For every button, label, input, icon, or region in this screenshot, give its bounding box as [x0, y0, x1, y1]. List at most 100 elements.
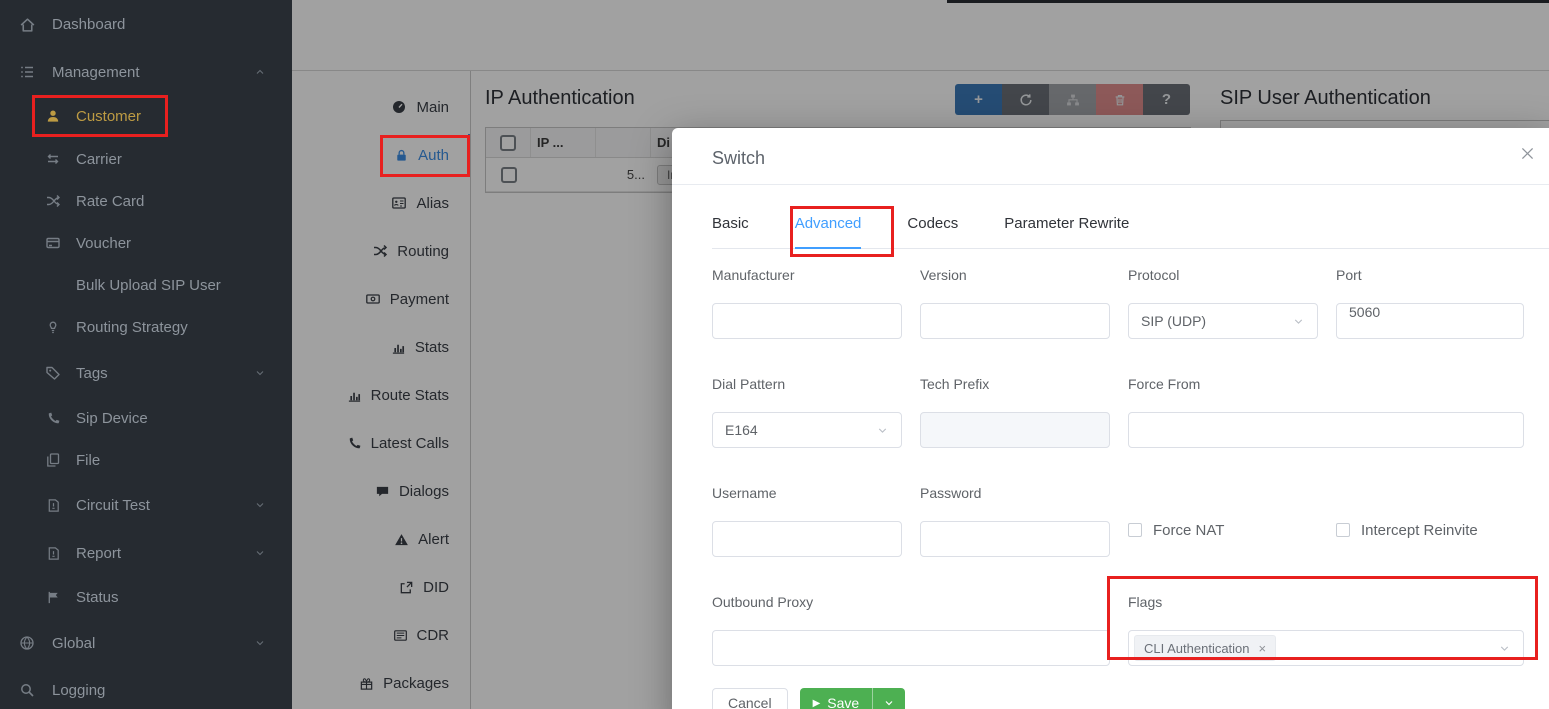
sidebar-item-label: Global: [52, 635, 95, 652]
tab-codecs[interactable]: Codecs: [907, 215, 958, 248]
tag-icon: [44, 365, 62, 381]
protocol-value: SIP (UDP): [1141, 313, 1206, 329]
switch-modal: Switch Basic Advanced Codecs Parameter R…: [672, 128, 1549, 709]
manufacturer-label: Manufacturer: [712, 267, 902, 283]
sidebar-item-label: Circuit Test: [76, 497, 150, 514]
tab-advanced[interactable]: Advanced: [795, 215, 862, 249]
sidebar-item-label: Carrier: [76, 151, 122, 168]
app-window: Dashboard Management Customer Carrier Ra…: [0, 0, 1549, 709]
globe-icon: [18, 635, 36, 651]
sidebar-item-label: Logging: [52, 682, 105, 699]
flags-select[interactable]: CLI Authentication ×: [1128, 630, 1524, 666]
intercept-reinvite-label: Intercept Reinvite: [1361, 522, 1478, 539]
file-icon: [44, 546, 62, 561]
protocol-label: Protocol: [1128, 267, 1318, 283]
cancel-button[interactable]: Cancel: [712, 688, 788, 709]
chevron-down-icon: [1292, 315, 1305, 328]
chevron-up-icon: [254, 66, 266, 78]
sidebar-item-bulk-upload-sip-user[interactable]: Bulk Upload SIP User: [0, 264, 292, 306]
outbound-proxy-field[interactable]: [712, 630, 1110, 666]
sidebar-item-label: Routing Strategy: [76, 319, 188, 336]
save-button[interactable]: ▶ Save: [800, 688, 873, 709]
flag-tag: CLI Authentication ×: [1134, 635, 1276, 661]
sidebar-item-carrier[interactable]: Carrier: [0, 138, 292, 180]
force-nat-checkbox[interactable]: [1128, 523, 1142, 537]
sidebar-item-global[interactable]: Global: [0, 622, 292, 664]
play-icon: ▶: [813, 698, 821, 709]
sidebar-item-rate-card[interactable]: Rate Card: [0, 180, 292, 222]
username-label: Username: [712, 485, 902, 501]
password-field[interactable]: [920, 521, 1110, 557]
file-icon: [44, 498, 62, 513]
sidebar-item-label: Customer: [76, 108, 141, 125]
modal-body: Manufacturer Version Protocol SIP (UDP) …: [672, 249, 1549, 666]
exchange-icon: [44, 151, 62, 167]
main-sidebar: Dashboard Management Customer Carrier Ra…: [0, 0, 292, 709]
password-label: Password: [920, 485, 1110, 501]
sidebar-item-label: Report: [76, 545, 121, 562]
sidebar-item-sip-device[interactable]: Sip Device: [0, 397, 292, 439]
sidebar-item-circuit-test[interactable]: Circuit Test: [0, 484, 292, 526]
lightbulb-icon: [44, 319, 62, 335]
chevron-down-icon: [254, 547, 266, 559]
sidebar-item-report[interactable]: Report: [0, 532, 292, 574]
force-from-label: Force From: [1128, 376, 1524, 392]
chevron-down-icon: [254, 637, 266, 649]
user-icon: [44, 108, 62, 124]
force-from-field[interactable]: [1128, 412, 1524, 448]
tab-basic[interactable]: Basic: [712, 215, 749, 248]
sidebar-item-dashboard[interactable]: Dashboard: [0, 3, 292, 45]
home-icon: [18, 16, 36, 33]
modal-title: Switch: [712, 148, 765, 168]
dial-pattern-select[interactable]: E164: [712, 412, 902, 448]
flag-tag-label: CLI Authentication: [1144, 641, 1250, 656]
sidebar-item-label: Bulk Upload SIP User: [76, 277, 221, 294]
sidebar-item-file[interactable]: File: [0, 439, 292, 481]
intercept-reinvite-checkbox[interactable]: [1336, 523, 1350, 537]
search-icon: [18, 682, 36, 698]
sidebar-item-label: Management: [52, 64, 140, 81]
manufacturer-field[interactable]: [712, 303, 902, 339]
menu-icon: [18, 64, 36, 80]
sidebar-item-label: Status: [76, 589, 119, 606]
sidebar-item-tags[interactable]: Tags: [0, 352, 292, 394]
tech-prefix-field[interactable]: [920, 412, 1110, 448]
phone-icon: [44, 411, 62, 426]
sidebar-item-routing-strategy[interactable]: Routing Strategy: [0, 306, 292, 348]
dial-pattern-value: E164: [725, 422, 758, 438]
shuffle-icon: [44, 193, 62, 209]
sidebar-item-management[interactable]: Management: [0, 51, 292, 93]
username-field[interactable]: [712, 521, 902, 557]
save-dropdown-button[interactable]: [872, 688, 905, 709]
tab-parameter-rewrite[interactable]: Parameter Rewrite: [1004, 215, 1129, 248]
sidebar-item-customer[interactable]: Customer: [0, 95, 292, 137]
save-button-label: Save: [827, 695, 859, 709]
sidebar-item-status[interactable]: Status: [0, 576, 292, 618]
sidebar-item-logging[interactable]: Logging: [0, 669, 292, 709]
modal-footer: Cancel ▶ Save: [712, 688, 1549, 709]
force-nat-group: Force NAT: [1128, 485, 1318, 557]
sidebar-item-label: Dashboard: [52, 16, 125, 33]
sidebar-item-label: Rate Card: [76, 193, 144, 210]
sidebar-item-label: File: [76, 452, 100, 469]
modal-header: Switch: [672, 128, 1549, 185]
chevron-down-icon: [254, 367, 266, 379]
card-icon: [44, 235, 62, 251]
dial-pattern-label: Dial Pattern: [712, 376, 902, 392]
port-label: Port: [1336, 267, 1524, 283]
sidebar-item-label: Voucher: [76, 235, 131, 252]
protocol-select[interactable]: SIP (UDP): [1128, 303, 1318, 339]
outbound-proxy-label: Outbound Proxy: [712, 594, 1110, 610]
intercept-reinvite-group: Intercept Reinvite: [1336, 485, 1524, 557]
tag-remove-icon[interactable]: ×: [1259, 641, 1267, 656]
sidebar-item-label: Sip Device: [76, 410, 148, 427]
tech-prefix-label: Tech Prefix: [920, 376, 1110, 392]
flag-icon: [44, 590, 62, 605]
force-nat-label: Force NAT: [1153, 522, 1224, 539]
close-icon[interactable]: [1519, 144, 1537, 162]
sidebar-item-voucher[interactable]: Voucher: [0, 222, 292, 264]
port-field[interactable]: 5060: [1336, 303, 1524, 339]
version-field[interactable]: [920, 303, 1110, 339]
chevron-down-icon: [1498, 642, 1511, 655]
modal-tabs: Basic Advanced Codecs Parameter Rewrite: [712, 185, 1549, 249]
